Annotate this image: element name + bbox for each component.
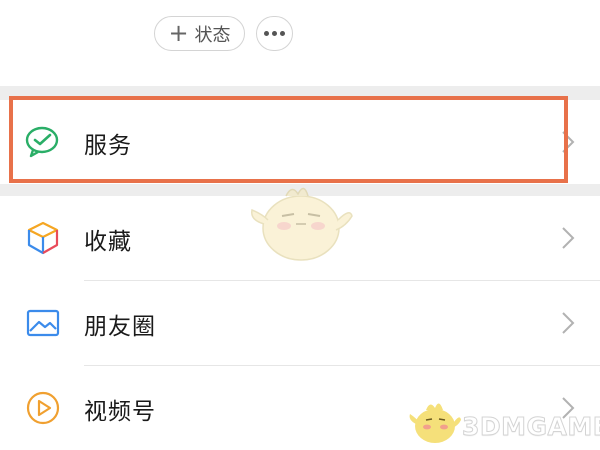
more-dot-icon [272, 31, 277, 36]
channels-play-icon [26, 391, 60, 425]
plus-icon: + [168, 18, 189, 47]
add-status-button[interactable]: + 状态 [154, 16, 245, 51]
watermark: 3DMGAME [408, 396, 600, 450]
profile-header-area: + 状态 [0, 0, 600, 86]
menu-item-label: 服务 [84, 133, 132, 159]
chevron-right-icon [562, 131, 575, 153]
watermark-text: 3DMGAME [461, 412, 600, 442]
menu-item-label: 收藏 [84, 229, 132, 255]
add-status-label: 状态 [194, 24, 231, 46]
chevron-right-icon [562, 312, 575, 334]
mascot-watermark-icon [251, 187, 353, 261]
more-dot-icon [280, 31, 285, 36]
chevron-right-icon [562, 227, 575, 249]
wechat-pay-icon [25, 126, 59, 158]
more-button[interactable] [256, 16, 293, 51]
menu-item-label: 视频号 [84, 399, 156, 425]
more-dot-icon [264, 31, 269, 36]
menu-item-label: 朋友圈 [84, 314, 156, 340]
favorites-cube-icon [27, 221, 59, 255]
moments-image-icon [26, 309, 60, 337]
menu-item-service[interactable]: 服务 [0, 100, 600, 184]
menu-item-moments[interactable]: 朋友圈 [0, 281, 600, 365]
section-separator [0, 86, 600, 100]
mascot-logo-icon [409, 403, 461, 443]
